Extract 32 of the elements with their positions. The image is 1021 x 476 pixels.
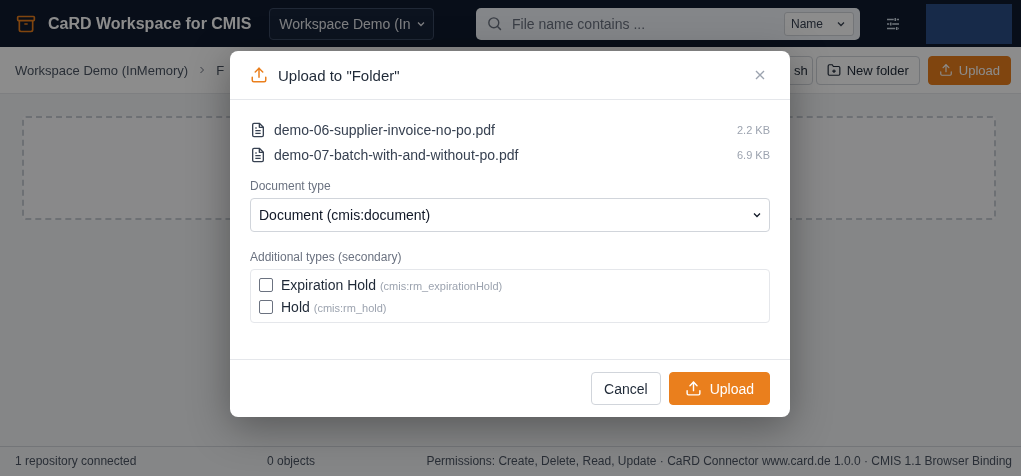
folder-plus-icon: [826, 63, 841, 77]
field-label: Document type: [250, 179, 332, 193]
checkbox-label: Expiration Hold (cmis:rm_expirationHold): [281, 277, 503, 293]
app-title: CaRD Workspace for CMIS: [48, 14, 252, 33]
upload-icon: [938, 63, 953, 77]
breadcrumb-item[interactable]: Workspace Demo (InMemory): [15, 62, 189, 78]
dialog-title: Upload to "Folder": [278, 66, 401, 84]
status-text: 0 objects: [267, 453, 317, 468]
document-icon: [250, 146, 266, 163]
file-size: 2.2 KB: [736, 123, 770, 136]
file-size: 6.9 KB: [736, 148, 770, 161]
upload-button[interactable]: Upload: [668, 372, 770, 405]
archive-icon: [16, 13, 36, 34]
status-text: Permissions: Create, Delete, Read, Update · CaRD Connector www.card.de 1.0.0 · CMIS 1.1 Browser Binding: [426, 453, 1012, 468]
document-type-select[interactable]: Document (cmis:document): [250, 198, 770, 232]
search-field-select[interactable]: Name: [784, 11, 854, 36]
cancel-button[interactable]: Cancel: [591, 372, 661, 405]
document-icon: [250, 121, 266, 138]
repository-select[interactable]: Workspace Demo (In: [269, 7, 434, 40]
checkbox[interactable]: [259, 300, 273, 314]
file-name: demo-07-batch-with-and-without-po.pdf: [274, 146, 520, 163]
new-folder-button[interactable]: New folder: [815, 55, 920, 85]
search-icon: [486, 15, 503, 32]
upload-icon: [684, 380, 702, 397]
search-field[interactable]: File name contains ... Name: [476, 7, 860, 40]
breadcrumb-item[interactable]: F: [216, 62, 225, 78]
field-label: Additional types (secondary): [250, 250, 403, 264]
upload-icon: [250, 66, 268, 84]
file-name: demo-06-supplier-invoice-no-po.pdf: [274, 121, 496, 138]
checkbox[interactable]: [259, 278, 273, 292]
status-text: 1 repository connected: [15, 453, 138, 468]
checkbox-label: Hold (cmis:rm_hold): [281, 299, 387, 315]
